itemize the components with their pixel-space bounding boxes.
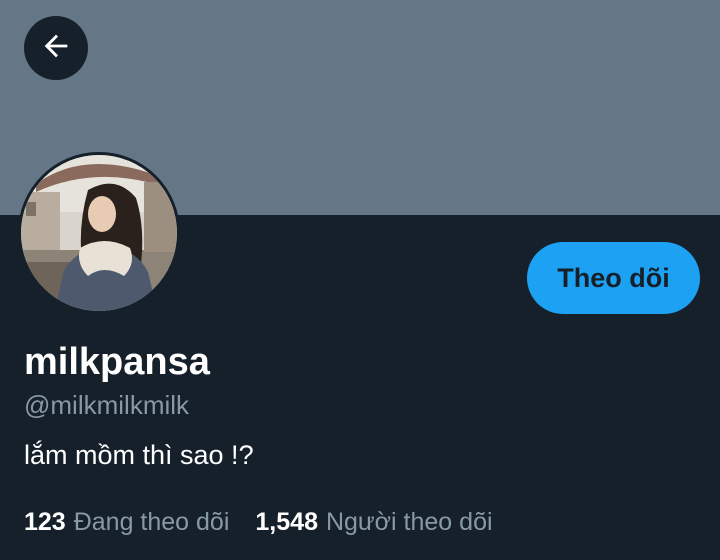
followers-stat[interactable]: 1,548 Người theo dõi: [255, 505, 492, 539]
following-label: Đang theo dõi: [73, 508, 230, 536]
followers-count: 1,548: [255, 508, 318, 536]
bio: lắm mồm thì sao !?: [24, 440, 254, 470]
handle: @milkmilkmilk: [24, 390, 190, 420]
back-button[interactable]: [24, 16, 88, 80]
arrow-left-icon: [39, 29, 73, 68]
display-name: milkpansa: [24, 341, 210, 383]
followers-label: Người theo dõi: [325, 508, 493, 536]
following-count: 123: [24, 508, 66, 536]
follow-button[interactable]: Theo dõi: [527, 242, 700, 314]
avatar-photo: [18, 152, 180, 314]
following-stat[interactable]: 123 Đang theo dõi: [24, 505, 229, 539]
avatar[interactable]: [18, 152, 180, 314]
profile-stats: 123 Đang theo dõi 1,548 Người theo dõi: [24, 505, 493, 539]
